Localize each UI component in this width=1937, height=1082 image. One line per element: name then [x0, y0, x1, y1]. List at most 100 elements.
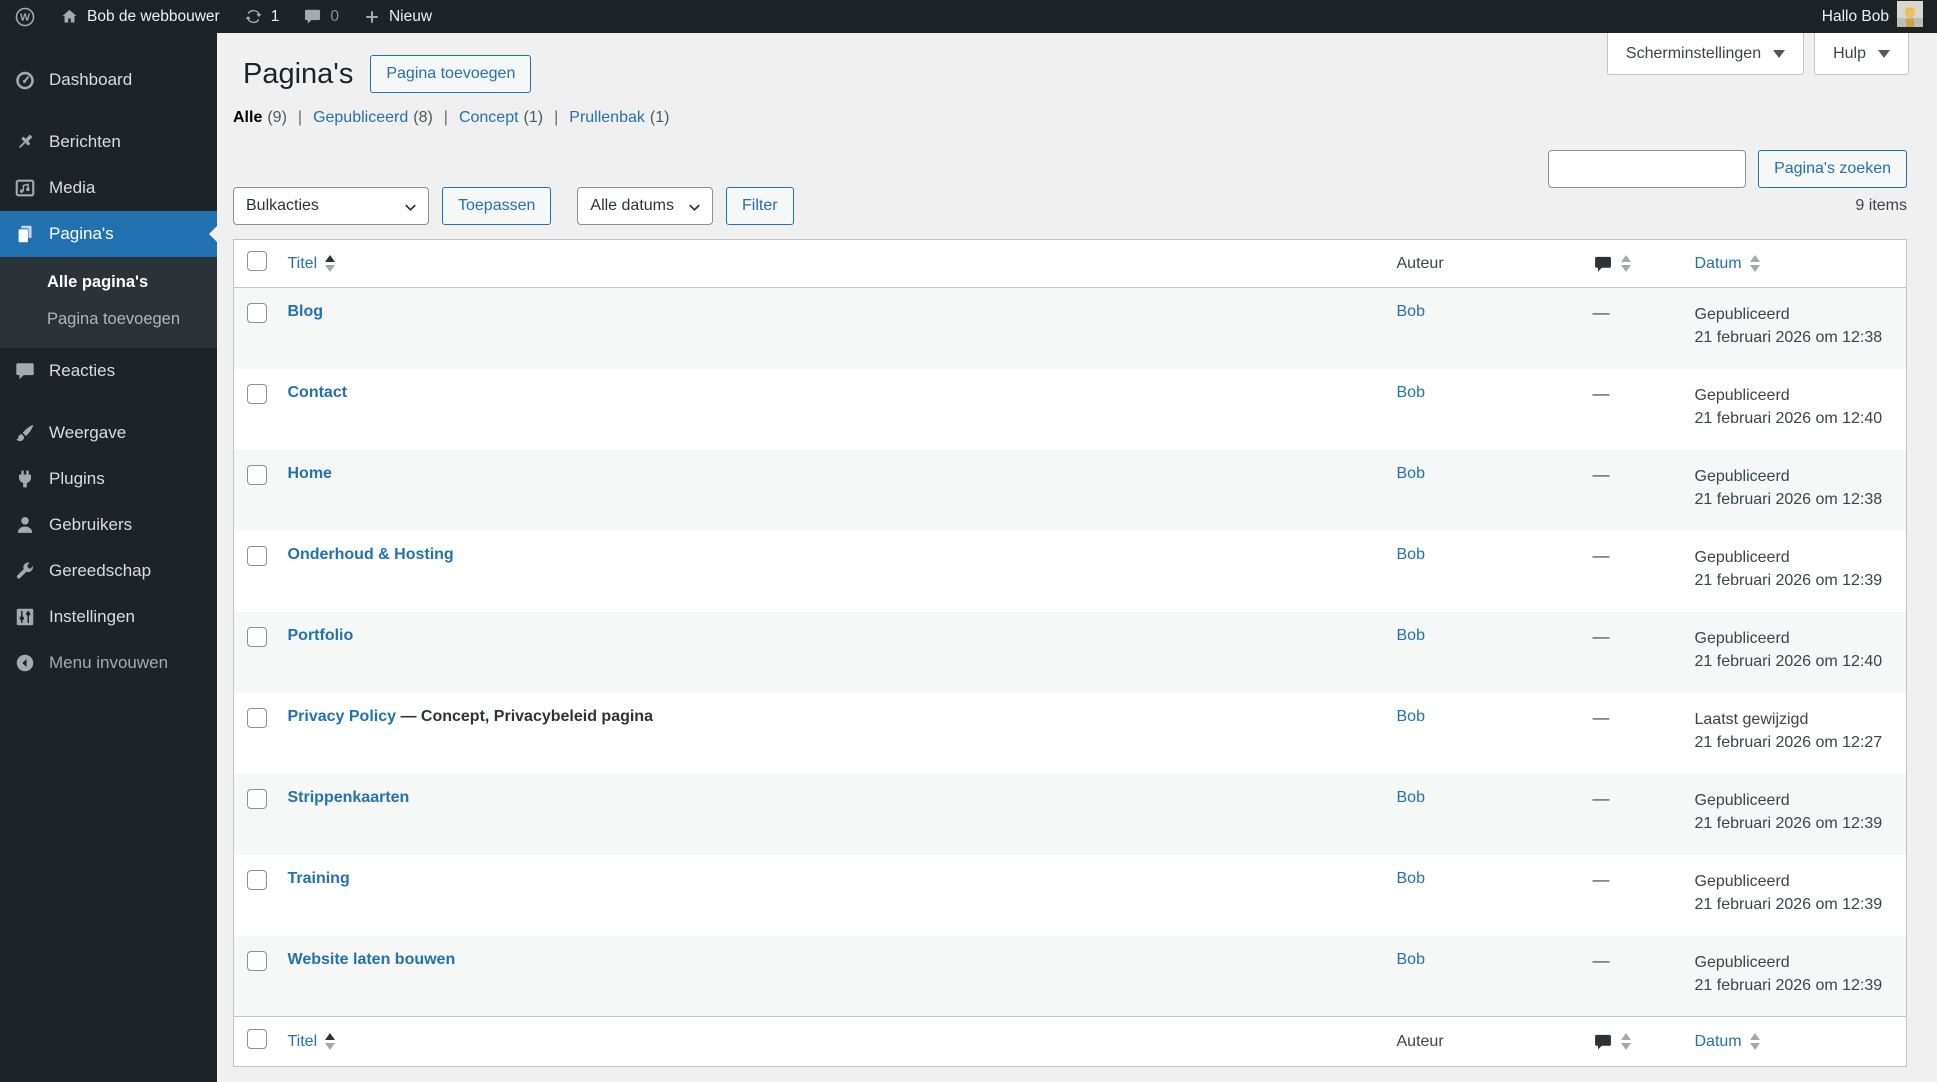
page-title-link[interactable]: Contact — [288, 384, 348, 401]
updates-link[interactable]: 1 — [244, 7, 280, 26]
select-all-checkbox[interactable] — [247, 251, 267, 271]
table-row: Contact Bob — Gepubliceerd21 februari 20… — [234, 369, 1907, 450]
sidebar-item-dashboard[interactable]: Dashboard — [0, 57, 217, 103]
update-icon — [244, 7, 263, 26]
row-checkbox[interactable] — [247, 384, 267, 404]
sidebar-item-label: Pagina's — [49, 224, 114, 244]
screen-meta: Scherminstellingen Hulp — [1607, 33, 1909, 75]
page-title-link[interactable]: Privacy Policy — [288, 708, 397, 725]
plug-icon — [14, 468, 36, 490]
page-title-link[interactable]: Portfolio — [288, 627, 354, 644]
page-date: 21 februari 2026 om 12:39 — [1695, 812, 1897, 835]
date-column-header[interactable]: Datum — [1685, 240, 1907, 288]
page-title-link[interactable]: Website laten bouwen — [288, 951, 456, 968]
page-title-link[interactable]: Onderhoud & Hosting — [288, 546, 454, 563]
sidebar-item-media[interactable]: Media — [0, 165, 217, 211]
comment-count-dash: — — [1593, 465, 1610, 484]
filter-published[interactable]: Gepubliceerd (8) — [287, 109, 433, 127]
sidebar-item-plugins[interactable]: Plugins — [0, 456, 217, 502]
help-button[interactable]: Hulp — [1814, 33, 1909, 75]
update-count: 1 — [271, 8, 280, 26]
sidebar-item-comments[interactable]: Reacties — [0, 348, 217, 394]
svg-text:W: W — [20, 11, 30, 23]
author-link[interactable]: Bob — [1397, 627, 1425, 644]
comment-bubble-icon — [1593, 254, 1613, 274]
sidebar-item-settings[interactable]: Instellingen — [0, 594, 217, 640]
sidebar-item-users[interactable]: Gebruikers — [0, 502, 217, 548]
apply-button[interactable]: Toepassen — [442, 187, 551, 225]
user-icon — [14, 514, 36, 536]
date-column-header[interactable]: Datum — [1685, 1017, 1907, 1067]
sidebar-item-label: Gebruikers — [49, 515, 132, 535]
page-date: 21 februari 2026 om 12:40 — [1695, 650, 1897, 673]
author-link[interactable]: Bob — [1397, 708, 1425, 725]
bulk-actions-select[interactable]: Bulkacties — [233, 187, 429, 225]
author-column-header: Auteur — [1387, 240, 1583, 288]
sidebar-item-label: Reacties — [49, 361, 115, 381]
new-content-link[interactable]: Nieuw — [363, 8, 432, 26]
sidebar-item-pages[interactable]: Pagina's — [0, 211, 217, 257]
dates-filter-select[interactable]: Alle datums — [577, 187, 713, 225]
account-link[interactable]: Hallo Bob — [1822, 1, 1923, 32]
author-link[interactable]: Bob — [1397, 546, 1425, 563]
sidebar-item-tools[interactable]: Gereedschap — [0, 548, 217, 594]
chevron-down-icon — [403, 200, 418, 220]
author-link[interactable]: Bob — [1397, 951, 1425, 968]
admin-bar: W Bob de webbouwer 1 0 Nieuw — [0, 0, 1937, 33]
submenu-item-add-page[interactable]: Pagina toevoegen — [0, 301, 217, 338]
screen-options-button[interactable]: Scherminstellingen — [1607, 33, 1804, 75]
filter-all[interactable]: Alle (9) — [233, 109, 287, 127]
comment-count-dash: — — [1593, 789, 1610, 808]
add-page-button[interactable]: Pagina toevoegen — [370, 55, 531, 93]
table-row: Blog Bob — Gepubliceerd21 februari 2026 … — [234, 288, 1907, 369]
author-link[interactable]: Bob — [1397, 870, 1425, 887]
sort-arrows-icon — [1621, 255, 1631, 272]
comments-link[interactable]: 0 — [303, 7, 339, 26]
title-column-header[interactable]: Titel — [278, 1017, 1387, 1067]
comment-count: 0 — [330, 8, 339, 26]
wordpress-menu-button[interactable]: W — [14, 6, 36, 28]
page-title-link[interactable]: Blog — [288, 303, 324, 320]
search-pages-button[interactable]: Pagina's zoeken — [1758, 150, 1907, 188]
row-checkbox[interactable] — [247, 303, 267, 323]
page-title-link[interactable]: Strippenkaarten — [288, 789, 410, 806]
row-checkbox[interactable] — [247, 465, 267, 485]
comment-count-dash: — — [1593, 384, 1610, 403]
sidebar-item-posts[interactable]: Berichten — [0, 119, 217, 165]
sidebar-item-appearance[interactable]: Weergave — [0, 410, 217, 456]
author-column-header: Auteur — [1387, 1017, 1583, 1067]
site-name-link[interactable]: Bob de webbouwer — [60, 7, 220, 26]
comments-column-header[interactable] — [1583, 1017, 1685, 1067]
author-link[interactable]: Bob — [1397, 465, 1425, 482]
submenu-item-all-pages[interactable]: Alle pagina's — [0, 264, 217, 301]
filter-draft[interactable]: Concept (1) — [433, 109, 543, 127]
table-row: Onderhoud & Hosting Bob — Gepubliceerd21… — [234, 531, 1907, 612]
page-title-link[interactable]: Training — [288, 870, 350, 887]
author-link[interactable]: Bob — [1397, 789, 1425, 806]
comments-column-header[interactable] — [1583, 240, 1685, 288]
collapse-menu-button[interactable]: Menu invouwen — [0, 640, 217, 686]
title-column-header[interactable]: Titel — [278, 240, 1387, 288]
table-footer-row: Titel Auteur Datum — [234, 1017, 1907, 1067]
page-status: Laatst gewijzigd — [1695, 708, 1897, 731]
select-all-checkbox[interactable] — [247, 1029, 267, 1049]
sidebar-item-label: Menu invouwen — [49, 653, 168, 673]
row-checkbox[interactable] — [247, 627, 267, 647]
page-date: 21 februari 2026 om 12:38 — [1695, 326, 1897, 349]
row-checkbox[interactable] — [247, 789, 267, 809]
sidebar-item-label: Gereedschap — [49, 561, 151, 581]
row-checkbox[interactable] — [247, 546, 267, 566]
search-input[interactable] — [1548, 150, 1746, 188]
filter-trash[interactable]: Prullenbak (1) — [543, 109, 669, 127]
page-date: 21 februari 2026 om 12:39 — [1695, 569, 1897, 592]
chevron-down-icon — [687, 200, 702, 220]
page-title-link[interactable]: Home — [288, 465, 332, 482]
media-icon — [14, 177, 36, 199]
filter-button[interactable]: Filter — [726, 187, 794, 225]
row-checkbox[interactable] — [247, 708, 267, 728]
new-label: Nieuw — [389, 8, 432, 26]
row-checkbox[interactable] — [247, 870, 267, 890]
author-link[interactable]: Bob — [1397, 384, 1425, 401]
row-checkbox[interactable] — [247, 951, 267, 971]
author-link[interactable]: Bob — [1397, 303, 1425, 320]
